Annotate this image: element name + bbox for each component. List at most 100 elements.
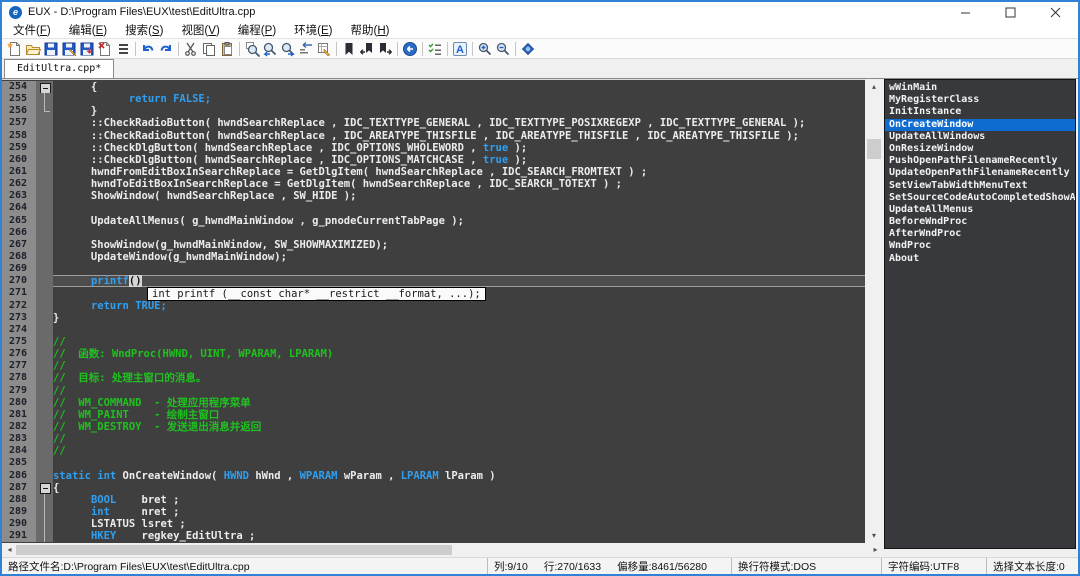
- code-line-262[interactable]: 262 hwndToEditBoxInSearchReplace = GetDl…: [2, 178, 865, 190]
- open-file-button[interactable]: [24, 40, 42, 58]
- fold-marker[interactable]: [36, 81, 53, 93]
- close-file-button[interactable]: [96, 40, 114, 58]
- toggle-bookmark-button[interactable]: [340, 40, 358, 58]
- find-previous-button[interactable]: [261, 40, 279, 58]
- undo-button[interactable]: [139, 40, 157, 58]
- horizontal-scrollbar-thumb[interactable]: [16, 545, 452, 555]
- code-line-282[interactable]: 282// WM_DESTROY - 发送退出消息并返回: [2, 421, 865, 433]
- function-list-item-initinstance[interactable]: InitInstance: [885, 106, 1075, 118]
- function-list-item-myregisterclass[interactable]: MyRegisterClass: [885, 94, 1075, 106]
- code-line-288[interactable]: 288 BOOL bret ;: [2, 494, 865, 506]
- code-line-263[interactable]: 263 ShowWindow( hwndSearchReplace , SW_H…: [2, 190, 865, 202]
- code-line-286[interactable]: 286static int OnCreateWindow( HWND hWnd …: [2, 470, 865, 482]
- code-line-265[interactable]: 265 UpdateAllMenus( g_hwndMainWindow , g…: [2, 215, 865, 227]
- code-line-280[interactable]: 280// WM_COMMAND - 处理应用程序菜单: [2, 397, 865, 409]
- code-line-276[interactable]: 276// 函数: WndProc(HWND, UINT, WPARAM, LP…: [2, 348, 865, 360]
- redo-button[interactable]: [157, 40, 175, 58]
- code-line-273[interactable]: 273}: [2, 312, 865, 324]
- find-button[interactable]: [243, 40, 261, 58]
- menu-h[interactable]: 帮助(H): [342, 21, 399, 39]
- code-editor[interactable]: 254 {255 return FALSE;256 }257 ::CheckRa…: [2, 79, 865, 543]
- find-next-button[interactable]: [279, 40, 297, 58]
- code-line-283[interactable]: 283//: [2, 433, 865, 445]
- code-line-285[interactable]: 285: [2, 457, 865, 469]
- paste-button[interactable]: [218, 40, 236, 58]
- function-list-item-wndproc[interactable]: WndProc: [885, 240, 1075, 252]
- function-list-item-oncreatewindow[interactable]: OnCreateWindow: [885, 119, 1075, 131]
- code-line-278[interactable]: 278// 目标: 处理主窗口的消息。: [2, 372, 865, 384]
- code-line-274[interactable]: 274: [2, 324, 865, 336]
- code-line-268[interactable]: 268 UpdateWindow(g_hwndMainWindow);: [2, 251, 865, 263]
- scroll-up-arrow-icon[interactable]: ▴: [865, 79, 883, 94]
- function-list-item-setsourcecodeautocompletedshowaf[interactable]: SetSourceCodeAutoCompletedShowAf: [885, 192, 1075, 204]
- code-line-256[interactable]: 256 }: [2, 105, 865, 117]
- code-line-272[interactable]: 272 return TRUE;: [2, 300, 865, 312]
- close-button[interactable]: [1033, 2, 1078, 22]
- code-line-270[interactable]: 270 printf(): [2, 275, 865, 287]
- syntax-color-button[interactable]: [451, 40, 469, 58]
- function-list-item-setviewtabwidthmenutext[interactable]: SetViewTabWidthMenuText: [885, 180, 1075, 192]
- menu-s[interactable]: 搜索(S): [116, 21, 172, 39]
- menu-e[interactable]: 环境(E): [285, 21, 341, 39]
- code-line-275[interactable]: 275//: [2, 336, 865, 348]
- scroll-left-arrow-icon[interactable]: ◂: [2, 543, 17, 557]
- function-list-item-updateopenpathfilenamerecently[interactable]: UpdateOpenPathFilenameRecently: [885, 167, 1075, 179]
- menu-e[interactable]: 编辑(E): [60, 21, 116, 39]
- new-file-button[interactable]: [6, 40, 24, 58]
- menu-v[interactable]: 视图(V): [172, 21, 228, 39]
- code-line-266[interactable]: 266: [2, 227, 865, 239]
- code-line-284[interactable]: 284//: [2, 445, 865, 457]
- code-line-255[interactable]: 255 return FALSE;: [2, 93, 865, 105]
- maximize-button[interactable]: [988, 2, 1033, 22]
- code-line-269[interactable]: 269: [2, 263, 865, 275]
- scroll-down-arrow-icon[interactable]: ▾: [865, 528, 883, 543]
- code-line-289[interactable]: 289 int nret ;: [2, 506, 865, 518]
- code-line-279[interactable]: 279//: [2, 385, 865, 397]
- cut-button[interactable]: [182, 40, 200, 58]
- function-list-item-wwinmain[interactable]: wWinMain: [885, 82, 1075, 94]
- save-all-button[interactable]: [78, 40, 96, 58]
- about-button[interactable]: [519, 40, 537, 58]
- view-list-button[interactable]: [426, 40, 444, 58]
- code-line-257[interactable]: 257 ::CheckRadioButton( hwndSearchReplac…: [2, 117, 865, 129]
- zoom-out-button[interactable]: [494, 40, 512, 58]
- scroll-right-arrow-icon[interactable]: ▸: [868, 543, 883, 557]
- function-list-item-about[interactable]: About: [885, 253, 1075, 265]
- code-line-260[interactable]: 260 ::CheckDlgButton( hwndSearchReplace …: [2, 154, 865, 166]
- file-list-button[interactable]: [114, 40, 132, 58]
- code-line-261[interactable]: 261 hwndFromEditBoxInSearchReplace = Get…: [2, 166, 865, 178]
- code-line-287[interactable]: 287{: [2, 482, 865, 494]
- replace-all-button[interactable]: [315, 40, 333, 58]
- vertical-scrollbar-thumb[interactable]: [867, 139, 881, 159]
- minimize-button[interactable]: [943, 2, 988, 22]
- function-list-item-updateallmenus[interactable]: UpdateAllMenus: [885, 204, 1075, 216]
- tab-editultracpp[interactable]: EditUltra.cpp*: [4, 59, 114, 78]
- function-list-item-pushopenpathfilenamerecently[interactable]: PushOpenPathFilenameRecently: [885, 155, 1075, 167]
- vertical-scrollbar[interactable]: ▴ ▾: [865, 79, 883, 543]
- function-list-item-updateallwindows[interactable]: UpdateAllWindows: [885, 131, 1075, 143]
- function-list-item-onresizewindow[interactable]: OnResizeWindow: [885, 143, 1075, 155]
- save-file-button[interactable]: [42, 40, 60, 58]
- zoom-in-button[interactable]: [476, 40, 494, 58]
- code-line-258[interactable]: 258 ::CheckRadioButton( hwndSearchReplac…: [2, 130, 865, 142]
- function-list-item-afterwndproc[interactable]: AfterWndProc: [885, 228, 1075, 240]
- code-line-277[interactable]: 277//: [2, 360, 865, 372]
- code-line-259[interactable]: 259 ::CheckDlgButton( hwndSearchReplace …: [2, 142, 865, 154]
- function-list-item-beforewndproc[interactable]: BeforeWndProc: [885, 216, 1075, 228]
- code-line-281[interactable]: 281// WM_PAINT - 绘制主窗口: [2, 409, 865, 421]
- code-line-267[interactable]: 267 ShowWindow(g_hwndMainWindow, SW_SHOW…: [2, 239, 865, 251]
- copy-button[interactable]: [200, 40, 218, 58]
- previous-bookmark-button[interactable]: [358, 40, 376, 58]
- navigate-back-button[interactable]: [401, 40, 419, 58]
- replace-button[interactable]: [297, 40, 315, 58]
- code-line-254[interactable]: 254 {: [2, 81, 865, 93]
- menu-p[interactable]: 编程(P): [229, 21, 285, 39]
- horizontal-scrollbar[interactable]: ◂ ▸: [2, 543, 883, 557]
- code-line-264[interactable]: 264: [2, 202, 865, 214]
- code-line-291[interactable]: 291 HKEY regkey_EditUltra ;: [2, 530, 865, 542]
- code-line-290[interactable]: 290 LSTATUS lsret ;: [2, 518, 865, 530]
- menu-f[interactable]: 文件(F): [4, 21, 60, 39]
- next-bookmark-button[interactable]: [376, 40, 394, 58]
- fold-marker[interactable]: [36, 482, 53, 494]
- save-as-button[interactable]: [60, 40, 78, 58]
